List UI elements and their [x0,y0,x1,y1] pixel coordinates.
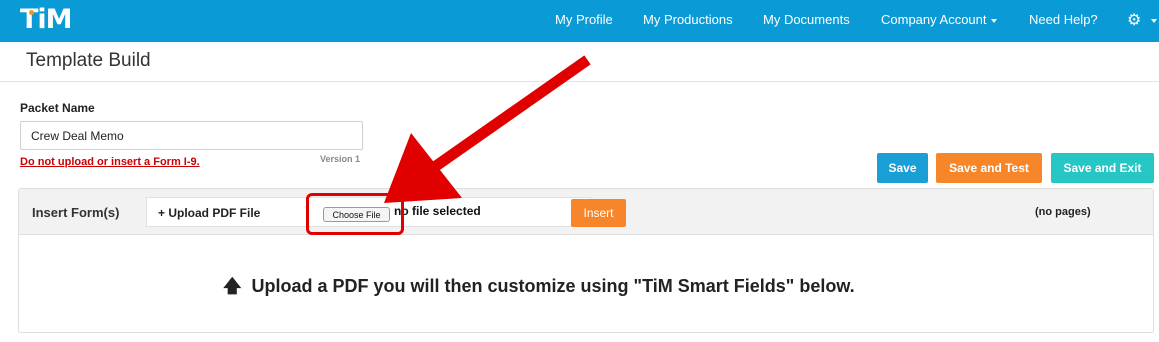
insert-forms-header: Insert Form(s) + Upload PDF File Choose … [19,189,1153,235]
save-and-exit-button[interactable]: Save and Exit [1051,153,1154,183]
save-button[interactable]: Save [877,153,928,183]
settings-chevron-down-icon[interactable] [1151,19,1157,23]
packet-name-label: Packet Name [20,101,95,115]
arrow-up-icon: 🡅 [223,276,242,296]
chevron-down-icon [990,18,997,23]
page-title: Template Build [26,50,151,71]
insert-forms-label: Insert Form(s) [32,205,120,220]
top-navbar: TiM My Profile My Productions My Documen… [0,0,1159,42]
insert-forms-panel: Insert Form(s) + Upload PDF File Choose … [18,188,1154,333]
version-label: Version 1 [320,154,361,164]
annotation-highlight-box [306,193,404,235]
nav-my-productions[interactable]: My Productions [643,12,733,27]
upload-instruction-text: Upload a PDF you will then customize usi… [251,276,855,296]
file-status-text: no file selected [394,204,481,218]
nav-company-account[interactable]: Company Account [881,12,997,27]
nav-company-account-label: Company Account [881,12,987,27]
title-divider [0,81,1159,82]
gear-icon[interactable]: ⚙ [1127,10,1141,30]
form-i9-warning-link[interactable]: Do not upload or insert a Form I-9. [20,156,200,168]
insert-button[interactable]: Insert [571,199,626,227]
nav-my-documents[interactable]: My Documents [763,12,850,27]
save-and-test-button[interactable]: Save and Test [936,153,1042,183]
nav-need-help[interactable]: Need Help? [1029,12,1098,27]
tim-logo[interactable]: TiM [20,4,73,35]
upload-pdf-label[interactable]: + Upload PDF File [158,206,260,220]
upload-instruction: 🡅 Upload a PDF you will then customize us… [223,274,855,304]
logo-text: TiM [20,4,73,35]
nav-my-profile[interactable]: My Profile [555,12,613,27]
page-count-label: (no pages) [1035,206,1091,218]
packet-name-input[interactable] [20,121,363,150]
logo-dot [29,10,34,15]
